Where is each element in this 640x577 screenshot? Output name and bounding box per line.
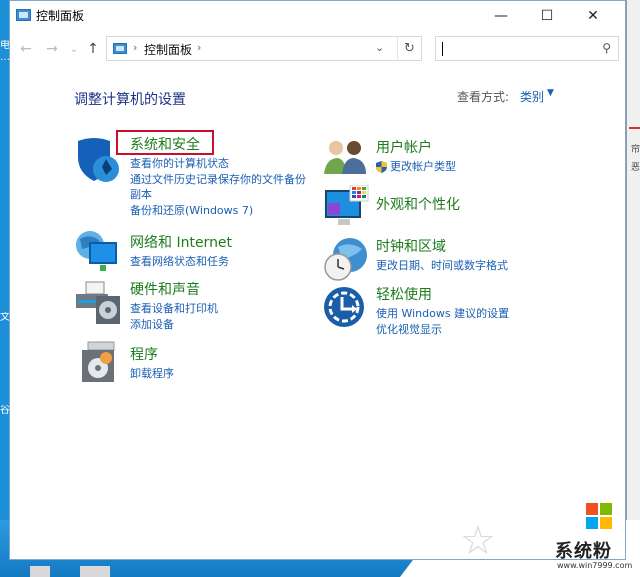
ease-of-access-icon[interactable] (322, 285, 366, 329)
category-title-clock-region[interactable]: 时钟和区域 (376, 236, 508, 256)
network-globe-icon[interactable] (74, 229, 122, 273)
text-caret (442, 42, 443, 56)
close-button[interactable]: ✕ (570, 1, 616, 31)
category-programs: 程序 卸载程序 (130, 344, 174, 382)
category-appearance-personalization: 外观和个性化 (376, 194, 460, 214)
category-network-internet: 网络和 Internet 查看网络状态和任务 (130, 232, 232, 270)
desktop-icon-label-fragment[interactable]: … (0, 52, 9, 64)
window-title: 控制面板 (36, 9, 85, 23)
up-button[interactable]: ↑ (83, 39, 103, 59)
background-text-fragment: 帘 (631, 145, 640, 155)
watermark-url: www.win7999.com (557, 561, 633, 570)
category-title-user-accounts[interactable]: 用户帐户 (376, 137, 456, 157)
breadcrumb-control-panel[interactable]: 控制面板 (144, 41, 192, 58)
background-text-fragment: 恶 (631, 163, 640, 173)
background-window-edge: 帘 恶 (626, 0, 640, 520)
category-title-ease-of-access[interactable]: 轻松使用 (376, 284, 509, 304)
link-optimize-visual-display[interactable]: 优化视觉显示 (376, 322, 509, 338)
address-bar[interactable]: › 控制面板 › ⌄ (106, 36, 422, 61)
desktop-icon-label-fragment[interactable]: 电 (0, 40, 9, 52)
clock-globe-icon[interactable] (322, 237, 370, 281)
category-clock-region: 时钟和区域 更改日期、时间或数字格式 (376, 236, 508, 274)
category-user-accounts: 用户帐户 更改帐户类型 (376, 137, 456, 175)
category-title-system-security[interactable]: 系统和安全 (130, 134, 306, 154)
desktop-icon-label-fragment[interactable]: 文 (0, 312, 9, 324)
link-uninstall-program[interactable]: 卸载程序 (130, 366, 174, 382)
control-panel-icon (113, 43, 127, 54)
breadcrumb-separator-icon[interactable]: › (133, 41, 137, 54)
breadcrumb-separator-icon[interactable]: › (197, 41, 201, 54)
search-input[interactable] (440, 39, 590, 57)
link-add-device[interactable]: 添加设备 (130, 317, 218, 333)
category-hardware-sound: 硬件和声音 查看设备和打印机 添加设备 (130, 279, 218, 332)
users-icon[interactable] (324, 138, 368, 176)
back-button[interactable]: ← (16, 39, 36, 59)
link-change-date-time-format[interactable]: 更改日期、时间或数字格式 (376, 258, 508, 274)
view-by-dropdown[interactable]: 类别 (520, 88, 544, 105)
search-icon[interactable]: ⚲ (602, 41, 611, 55)
desktop-background-left (0, 0, 9, 577)
page-title: 调整计算机的设置 (74, 92, 186, 108)
title-bar[interactable]: 控制面板 — ☐ ✕ (10, 1, 625, 31)
uac-shield-icon (376, 161, 387, 173)
background-red-line (629, 127, 640, 129)
category-system-security-text: 系统和安全 查看你的计算机状态 通过文件历史记录保存你的文件备份 副本 备份和还… (130, 134, 306, 218)
category-title-programs[interactable]: 程序 (130, 344, 174, 364)
minimize-button[interactable]: — (478, 1, 524, 31)
link-windows-recommended-settings[interactable]: 使用 Windows 建议的设置 (376, 306, 509, 322)
category-title-appearance[interactable]: 外观和个性化 (376, 194, 460, 214)
taskbar-item[interactable] (30, 566, 50, 577)
programs-disc-icon[interactable] (80, 340, 120, 384)
search-box[interactable]: ⚲ (435, 36, 619, 61)
taskbar-item[interactable] (80, 566, 110, 577)
link-file-history-backup[interactable]: 通过文件历史记录保存你的文件备份 (130, 172, 306, 188)
category-title-hardware-sound[interactable]: 硬件和声音 (130, 279, 218, 299)
desktop-icon-label-fragment[interactable]: 谷 (0, 405, 9, 417)
link-backup-restore[interactable]: 备份和还原(Windows 7) (130, 203, 306, 219)
view-by-label: 查看方式: (457, 90, 510, 104)
printer-speaker-icon[interactable] (74, 280, 122, 326)
address-dropdown-icon[interactable]: ⌄ (375, 41, 384, 54)
watermark-star-icon: ☆ (460, 518, 496, 564)
link-change-account-type-row: 更改帐户类型 (376, 159, 456, 175)
link-file-history-backup-cont[interactable]: 副本 (130, 187, 306, 203)
link-view-devices-printers[interactable]: 查看设备和打印机 (130, 301, 218, 317)
maximize-button[interactable]: ☐ (524, 1, 570, 31)
control-panel-window: 控制面板 — ☐ ✕ ← → ⌄ ↑ › 控制面板 › ⌄ ↻ ⚲ 调整计算机的… (9, 0, 626, 560)
category-title-network-internet[interactable]: 网络和 Internet (130, 232, 232, 252)
monitor-palette-icon[interactable] (324, 185, 370, 229)
windows-logo-icon (586, 503, 612, 529)
link-change-account-type[interactable]: 更改帐户类型 (390, 160, 456, 173)
category-ease-of-access: 轻松使用 使用 Windows 建议的设置 优化视觉显示 (376, 284, 509, 337)
navigation-bar: ← → ⌄ ↑ › 控制面板 › ⌄ ↻ ⚲ (10, 35, 625, 63)
watermark-text: 系统粉 (555, 541, 612, 562)
refresh-button[interactable]: ↻ (397, 36, 422, 61)
chevron-down-icon[interactable]: ▼ (547, 88, 554, 98)
recent-locations-button[interactable]: ⌄ (64, 39, 84, 59)
link-view-network-status[interactable]: 查看网络状态和任务 (130, 254, 232, 270)
forward-button[interactable]: → (42, 39, 62, 59)
control-panel-icon (16, 9, 31, 21)
link-view-computer-status[interactable]: 查看你的计算机状态 (130, 156, 306, 172)
